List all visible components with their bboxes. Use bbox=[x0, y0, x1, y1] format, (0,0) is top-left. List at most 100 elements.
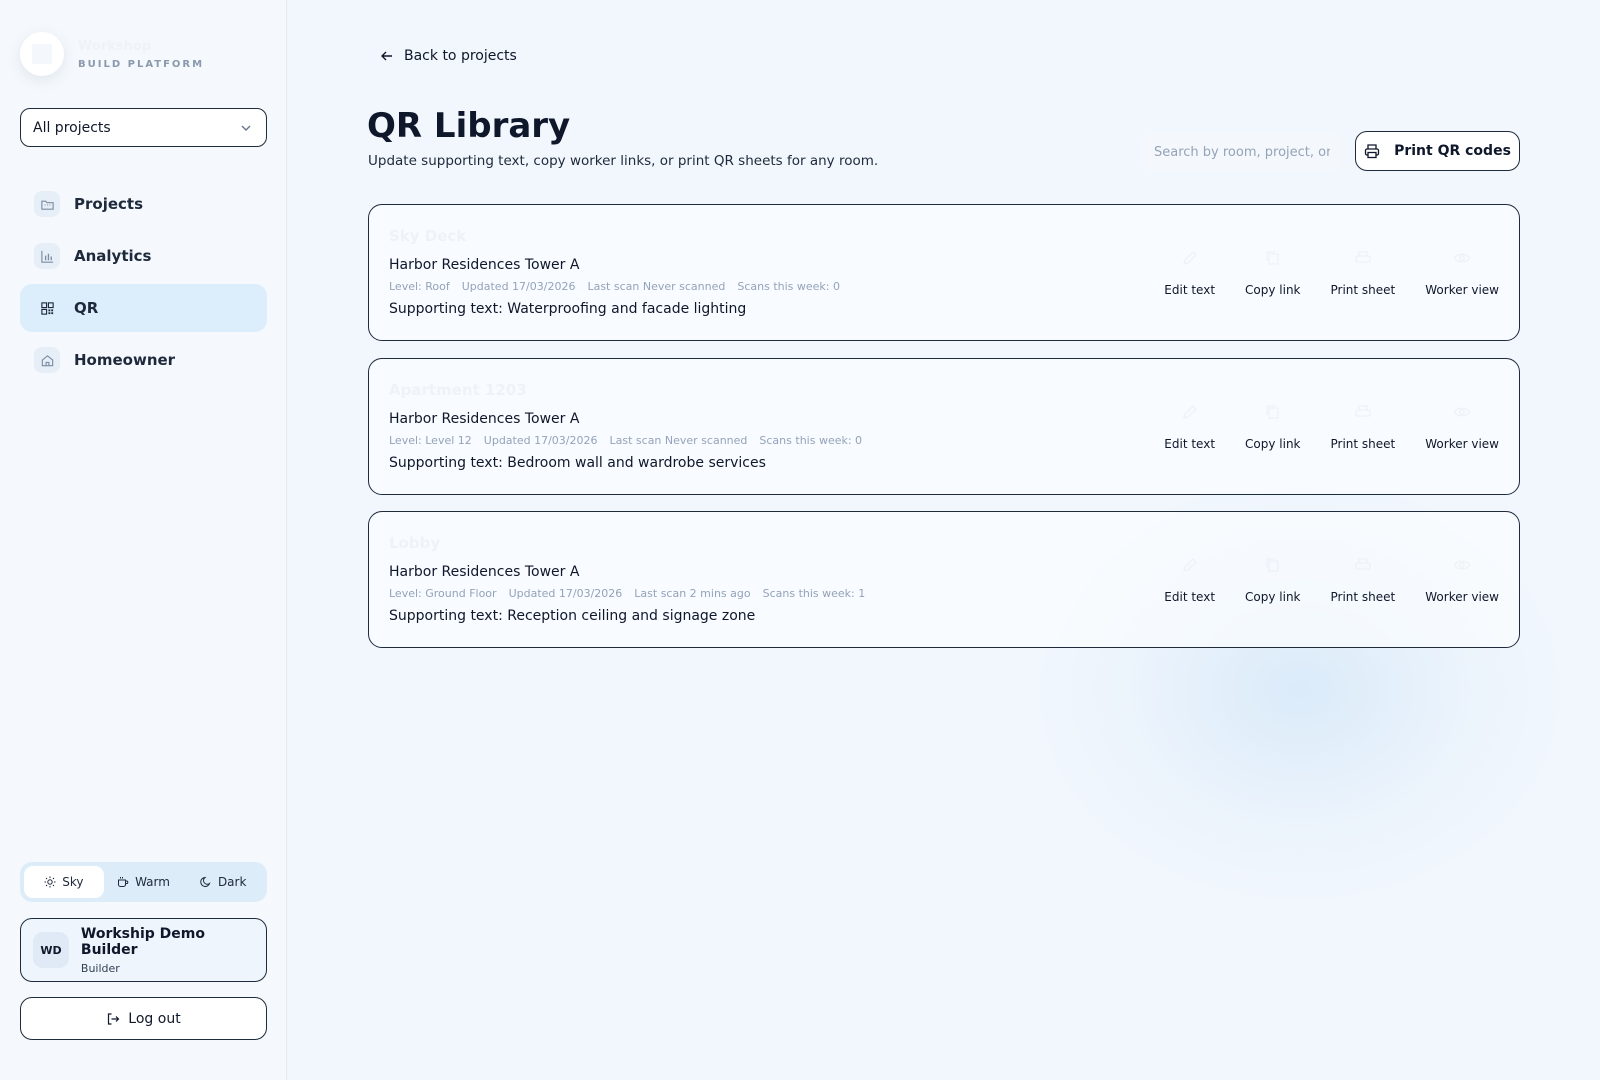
room-supporting-text: Supporting text: Bedroom wall and wardro… bbox=[389, 455, 766, 471]
user-card[interactable]: WD Workship Demo Builder Builder bbox=[20, 918, 267, 982]
edit-text-label: Edit text bbox=[1164, 590, 1216, 604]
edit-text-button[interactable]: Edit text bbox=[1164, 556, 1215, 604]
moon-icon bbox=[200, 876, 211, 887]
sidebar-nav: Projects Analytics QR Homeowner bbox=[20, 180, 267, 388]
theme-option-label: Dark bbox=[217, 875, 247, 889]
worker-view-label: Worker view bbox=[1425, 590, 1499, 604]
theme-option-sky[interactable]: Sky bbox=[24, 866, 104, 898]
print-sheet-button[interactable]: Print sheet bbox=[1330, 249, 1396, 297]
room-updated: Updated 17/03/2026 bbox=[483, 434, 598, 447]
copy-icon bbox=[1266, 251, 1279, 265]
room-supporting-text: Supporting text: Waterproofing and facad… bbox=[389, 301, 747, 317]
room-updated: Updated 17/03/2026 bbox=[461, 280, 576, 293]
eye-icon bbox=[1453, 253, 1471, 263]
room-level: Level: Ground Floor bbox=[389, 587, 497, 600]
copy-link-button[interactable]: Copy link bbox=[1245, 249, 1301, 297]
room-project: Harbor Residences Tower A bbox=[389, 564, 580, 580]
brand-name: Workshop bbox=[78, 38, 152, 54]
copy-link-button[interactable]: Copy link bbox=[1245, 556, 1301, 604]
room-actions: Edit text Copy link Print sheet Worker v… bbox=[1134, 249, 1499, 297]
arrow-left-icon bbox=[381, 51, 392, 61]
copy-icon bbox=[1266, 405, 1279, 419]
room-last-scan: Last scan Never scanned bbox=[587, 280, 726, 293]
room-level: Level: Level 12 bbox=[389, 434, 472, 447]
room-scans-week: Scans this week: 0 bbox=[737, 280, 841, 293]
sidebar-item-homeowner[interactable]: Homeowner bbox=[20, 336, 267, 384]
worker-view-button[interactable]: Worker view bbox=[1425, 249, 1499, 297]
edit-text-button[interactable]: Edit text bbox=[1164, 249, 1215, 297]
printer-icon bbox=[1355, 405, 1371, 417]
copy-link-label: Copy link bbox=[1245, 437, 1301, 451]
user-role: Builder bbox=[80, 961, 120, 975]
avatar: WD bbox=[33, 932, 69, 968]
sidebar-item-analytics[interactable]: Analytics bbox=[20, 232, 267, 280]
eye-icon bbox=[1453, 407, 1471, 417]
room-actions: Edit text Copy link Print sheet Worker v… bbox=[1134, 556, 1499, 604]
room-scans-week: Scans this week: 1 bbox=[762, 587, 866, 600]
theme-option-dark[interactable]: Dark bbox=[183, 866, 263, 898]
edit-text-button[interactable]: Edit text bbox=[1164, 403, 1215, 451]
room-meta: Level: Roof Updated 17/03/2026 Last scan… bbox=[389, 280, 852, 293]
sidebar-item-projects[interactable]: Projects bbox=[20, 180, 267, 228]
pencil-icon bbox=[1182, 405, 1197, 419]
sidebar-item-label: QR bbox=[74, 299, 99, 317]
room-meta: Level: Level 12 Updated 17/03/2026 Last … bbox=[389, 434, 874, 447]
print-sheet-button[interactable]: Print sheet bbox=[1330, 403, 1396, 451]
printer-icon bbox=[1364, 144, 1380, 159]
print-sheet-label: Print sheet bbox=[1330, 590, 1396, 604]
room-card: Lobby Harbor Residences Tower A Level: G… bbox=[368, 511, 1520, 648]
print-sheet-label: Print sheet bbox=[1330, 437, 1396, 451]
copy-link-button[interactable]: Copy link bbox=[1245, 403, 1301, 451]
room-card: Apartment 1203 Harbor Residences Tower A… bbox=[368, 358, 1520, 495]
print-sheet-button[interactable]: Print sheet bbox=[1330, 556, 1396, 604]
worker-view-button[interactable]: Worker view bbox=[1425, 403, 1499, 451]
theme-option-label: Warm bbox=[135, 875, 170, 889]
folder-icon bbox=[34, 191, 60, 217]
back-link-label: Back to projects bbox=[404, 48, 517, 64]
room-project: Harbor Residences Tower A bbox=[389, 411, 580, 427]
logout-icon bbox=[108, 1012, 120, 1025]
chevron-down-icon bbox=[241, 125, 251, 131]
copy-link-label: Copy link bbox=[1245, 590, 1301, 604]
project-select-value: All projects bbox=[33, 119, 111, 136]
brand-logo bbox=[20, 32, 64, 76]
worker-view-label: Worker view bbox=[1425, 283, 1499, 297]
logout-button[interactable]: Log out bbox=[20, 997, 267, 1040]
printer-icon bbox=[1355, 558, 1371, 570]
brand-tagline: BUILD PLATFORM bbox=[78, 58, 205, 70]
edit-text-label: Edit text bbox=[1164, 283, 1216, 297]
theme-option-warm[interactable]: Warm bbox=[104, 866, 184, 898]
printer-icon bbox=[1355, 251, 1371, 263]
back-to-projects-link[interactable]: Back to projects bbox=[380, 48, 517, 64]
bar-chart-icon bbox=[34, 243, 60, 269]
sidebar-item-label: Analytics bbox=[74, 247, 152, 265]
page-subtitle: Update supporting text, copy worker link… bbox=[368, 153, 879, 169]
worker-view-button[interactable]: Worker view bbox=[1425, 556, 1499, 604]
home-icon bbox=[34, 347, 60, 373]
logout-label: Log out bbox=[128, 1010, 181, 1027]
search-input[interactable] bbox=[1142, 133, 1342, 171]
qr-code-icon bbox=[34, 295, 60, 321]
room-title: Sky Deck bbox=[389, 227, 467, 245]
print-qr-codes-label: Print QR codes bbox=[1394, 143, 1511, 159]
worker-view-label: Worker view bbox=[1425, 437, 1499, 451]
print-qr-codes-button[interactable]: Print QR codes bbox=[1355, 131, 1520, 171]
project-select[interactable]: All projects bbox=[20, 108, 267, 147]
print-sheet-label: Print sheet bbox=[1330, 283, 1396, 297]
copy-icon bbox=[1266, 558, 1279, 572]
room-project: Harbor Residences Tower A bbox=[389, 257, 580, 273]
room-card: Sky Deck Harbor Residences Tower A Level… bbox=[368, 204, 1520, 341]
room-supporting-text: Supporting text: Reception ceiling and s… bbox=[389, 608, 756, 624]
brand: Workshop BUILD PLATFORM bbox=[20, 32, 204, 76]
sidebar-item-qr[interactable]: QR bbox=[20, 284, 267, 332]
sidebar-item-label: Homeowner bbox=[74, 351, 176, 369]
room-updated: Updated 17/03/2026 bbox=[508, 587, 623, 600]
copy-link-label: Copy link bbox=[1245, 283, 1301, 297]
room-meta: Level: Ground Floor Updated 17/03/2026 L… bbox=[389, 587, 877, 600]
theme-switch: Sky Warm Dark bbox=[20, 862, 267, 902]
room-actions: Edit text Copy link Print sheet Worker v… bbox=[1134, 403, 1499, 451]
sun-icon bbox=[44, 876, 56, 888]
edit-text-label: Edit text bbox=[1164, 437, 1216, 451]
room-title: Lobby bbox=[389, 534, 441, 552]
sidebar: Workshop BUILD PLATFORM All projects Pro… bbox=[0, 0, 287, 1080]
